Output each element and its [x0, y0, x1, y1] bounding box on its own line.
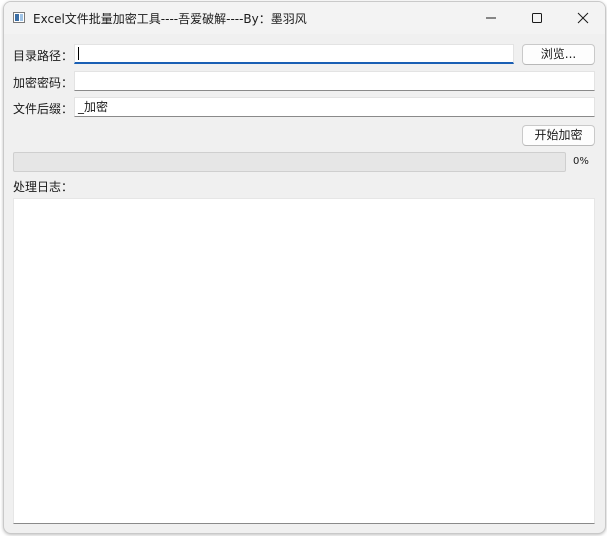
- password-input[interactable]: [74, 71, 595, 91]
- suffix-value: _加密: [78, 100, 109, 114]
- maximize-button[interactable]: [514, 2, 560, 34]
- log-textarea[interactable]: [13, 198, 595, 524]
- text-caret: [78, 47, 79, 60]
- progress-percent: 0%: [573, 156, 589, 167]
- close-icon: [577, 12, 589, 24]
- dir-path-input[interactable]: [74, 44, 514, 64]
- minimize-button[interactable]: [468, 2, 514, 34]
- progress-bar: [13, 152, 566, 172]
- title-bar[interactable]: Excel文件批量加密工具----吾爱破解----By：墨羽风: [4, 2, 605, 34]
- suffix-label: 文件后缀：: [13, 102, 74, 116]
- app-icon: [13, 12, 25, 23]
- dir-label: 目录路径：: [13, 49, 74, 63]
- suffix-input[interactable]: _加密: [74, 97, 595, 117]
- password-label: 加密密码：: [13, 76, 74, 90]
- browse-button[interactable]: 浏览...: [522, 44, 595, 65]
- app-window: Excel文件批量加密工具----吾爱破解----By：墨羽风 目录路径： 浏览…: [3, 1, 606, 534]
- start-encrypt-button[interactable]: 开始加密: [522, 125, 595, 146]
- minimize-icon: [486, 17, 496, 19]
- window-title: Excel文件批量加密工具----吾爱破解----By：墨羽风: [33, 12, 307, 26]
- close-button[interactable]: [560, 2, 605, 34]
- log-label: 处理日志：: [13, 180, 74, 194]
- maximize-icon: [532, 13, 542, 23]
